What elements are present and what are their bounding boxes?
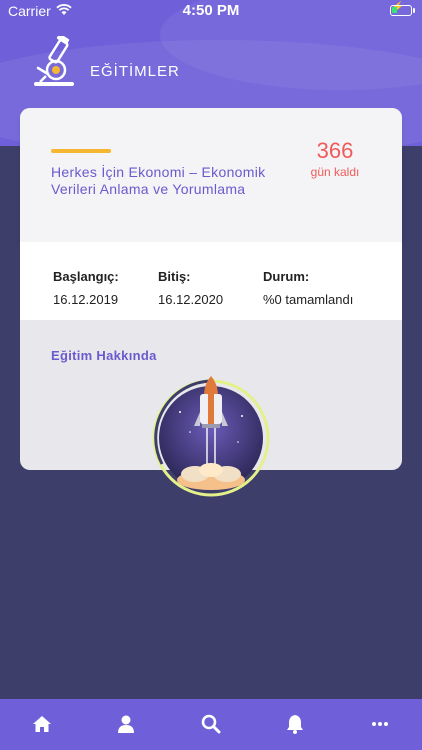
status-label: Durum: xyxy=(263,269,310,284)
user-icon[interactable] xyxy=(111,709,141,739)
accent-bar xyxy=(51,149,111,153)
page-title: EĞİTİMLER xyxy=(90,63,180,80)
more-icon[interactable] xyxy=(365,709,395,739)
end-date: Bitiş: 16.12.2020 xyxy=(158,269,223,307)
bottom-nav xyxy=(0,699,422,750)
status: Durum: %0 tamamlandı xyxy=(263,269,353,307)
status-bar: Carrier 4:50 PM ⚡ xyxy=(0,0,422,22)
microscope-icon xyxy=(30,33,78,90)
home-icon[interactable] xyxy=(27,709,57,739)
course-info-row: Başlangıç: 16.12.2019 Bitiş: 16.12.2020 … xyxy=(20,242,402,320)
start-date-label: Başlangıç: xyxy=(53,269,119,284)
days-left-label: gün kaldı xyxy=(310,165,360,179)
start-date: Başlangıç: 16.12.2019 xyxy=(53,269,119,307)
about-course-link[interactable]: Eğitim Hakkında xyxy=(51,348,157,363)
status-value: %0 tamamlandı xyxy=(263,292,354,307)
end-date-label: Bitiş: xyxy=(158,269,191,284)
rocket-launch-icon xyxy=(150,372,272,498)
search-icon[interactable] xyxy=(196,709,226,739)
end-date-value: 16.12.2020 xyxy=(158,292,224,307)
course-card-header: Herkes İçin Ekonomi – Ekonomik Verileri … xyxy=(20,108,402,242)
start-date-value: 16.12.2019 xyxy=(53,292,119,307)
clock: 4:50 PM xyxy=(182,2,240,19)
bell-icon[interactable] xyxy=(280,709,310,739)
days-left-count: 366 xyxy=(316,138,354,163)
battery-icon xyxy=(390,5,415,16)
course-title: Herkes İçin Ekonomi – Ekonomik Verileri … xyxy=(51,164,266,197)
